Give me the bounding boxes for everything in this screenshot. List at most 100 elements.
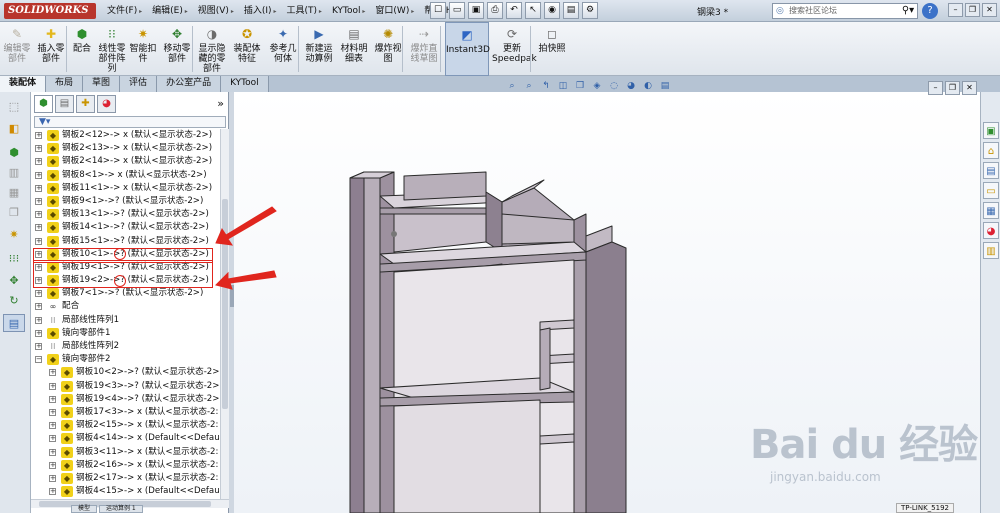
print-icon[interactable]: ⎙ (487, 2, 503, 19)
expand-toggle-icon[interactable]: + (49, 395, 56, 403)
tree-item[interactable]: + ◆ 钢板2<13>-> x (默认<显示状态-2>) (31, 142, 219, 155)
expand-toggle-icon[interactable]: + (35, 184, 42, 192)
menu-item[interactable]: 插入(I) (241, 4, 280, 19)
tree-item[interactable]: + ◆ 钢板17<3>-> x (默认<显示状态-2: (31, 406, 219, 419)
open-folder-icon[interactable]: ▭ (449, 2, 465, 19)
tab-0[interactable]: 装配体 (0, 76, 47, 92)
menu-item[interactable]: 编辑(E) (149, 4, 191, 19)
assembly-view-icon[interactable]: ▤ (3, 314, 25, 332)
command-bom-button[interactable]: ▤ 材料明 细表 (338, 22, 370, 76)
tree-item[interactable]: + ◆ 钢板2<14>-> x (默认<显示状态-2>) (31, 155, 219, 168)
zoom-area-icon[interactable]: ⌕ (522, 80, 536, 92)
tree-item[interactable]: + ◆ 钢板13<1>->? (默认<显示状态-2>) (31, 208, 219, 221)
rotate-tool-icon[interactable]: ↻ (3, 292, 25, 310)
rebuild-icon[interactable]: ▤ (563, 2, 579, 19)
bottom-tab-1[interactable]: 运动算例 1 (99, 505, 143, 513)
apply-scene-icon[interactable]: ◐ (641, 80, 655, 92)
expand-toggle-icon[interactable]: + (49, 448, 56, 456)
save-icon[interactable]: ▣ (468, 2, 484, 19)
view-orientation-icon[interactable]: ❒ (573, 80, 587, 92)
command-smart-fastener-button[interactable]: ✷ 智能扣 件 (128, 22, 158, 76)
menu-item[interactable]: 视图(V) (195, 4, 237, 19)
expand-toggle-icon[interactable]: + (35, 145, 42, 153)
command-explode-line-button[interactable]: ⇢ 爆炸直 线草图 (406, 22, 442, 76)
collapse-panel-icon[interactable]: » (217, 97, 224, 110)
hide-show-icon[interactable]: ◌ (607, 80, 621, 92)
expand-toggle-icon[interactable]: + (49, 382, 56, 390)
expand-toggle-icon[interactable]: + (35, 237, 42, 245)
tree-item[interactable]: + ◆ 钢板4<14>-> x (Default<<Defaul (31, 432, 219, 445)
select-tool-icon[interactable]: ⬚ (3, 98, 25, 116)
tree-item[interactable]: + ◆ 钢板11<1>-> x (默认<显示状态-2>) (31, 182, 219, 195)
expand-toggle-icon[interactable]: + (49, 422, 56, 430)
command-linear-pattern-button[interactable]: ⁝⁝ 线性零 部件阵 列 (96, 22, 128, 76)
viewport-restore-button[interactable]: ❐ (945, 81, 960, 95)
command-edit-component-button[interactable]: ✎ 编辑零 部件 (2, 22, 32, 76)
viewport-minimize-button[interactable]: – (928, 81, 943, 95)
command-show-hidden-button[interactable]: ◑ 显示隐 藏的零 部件 (196, 22, 228, 76)
pattern-tool-icon[interactable]: ⁝⁝⁝ (3, 250, 25, 268)
view-settings-icon[interactable]: ▤ (658, 80, 672, 92)
command-reference-geometry-button[interactable]: ✦ 参考几 何体 (266, 22, 300, 76)
insert-part-icon[interactable]: ◧ (3, 120, 25, 138)
search-button[interactable]: ⚲▾ (897, 3, 919, 19)
tree-item[interactable]: + ◆ 钢板15<1>->? (默认<显示状态-2>) (31, 235, 219, 248)
tree-item[interactable]: + ◆ 钢板2<15>-> x (默认<显示状态-2: (31, 419, 219, 432)
view-palette-icon[interactable]: ▦ (983, 202, 999, 219)
layer-tool-icon[interactable]: ▦ (3, 184, 25, 202)
expand-toggle-icon[interactable]: + (49, 474, 56, 482)
tree-item[interactable]: + ∞ 配合 (31, 300, 219, 313)
expand-toggle-icon[interactable]: + (49, 435, 56, 443)
expand-toggle-icon[interactable]: + (35, 211, 42, 219)
gear-tool-icon[interactable]: ✷ (3, 226, 25, 244)
previous-view-icon[interactable]: ↰ (539, 80, 553, 92)
expand-toggle-icon[interactable]: + (35, 224, 42, 232)
new-document-icon[interactable]: ☐ (430, 2, 446, 19)
restore-button[interactable]: ❐ (965, 3, 980, 17)
display-style-icon[interactable]: ◈ (590, 80, 604, 92)
folder-icon[interactable]: ▭ (983, 182, 999, 199)
command-snapshot-button[interactable]: ◻ 拍快照 (536, 22, 568, 76)
tree-item[interactable]: + ◆ 钢板2<16>-> x (默认<显示状态-2: (31, 459, 219, 472)
command-exploded-view-button[interactable]: ✺ 爆炸视 图 (372, 22, 404, 76)
appearances-icon[interactable]: ◕ (983, 222, 999, 239)
tree-item[interactable]: + ◆ 钢板4<15>-> x (Default<<Defaul (31, 485, 219, 498)
options-gear-icon[interactable]: ⚙ (582, 2, 598, 19)
feature-tree-tab-icon[interactable]: ⬢ (34, 95, 53, 113)
mate-tool-icon[interactable]: ⬢ (3, 144, 25, 162)
tab-2[interactable]: 草图 (83, 76, 121, 92)
command-speedpak-button[interactable]: ⟳ 更新 Speedpak (492, 22, 537, 76)
solidworks-logo[interactable]: SOLIDWORKS (4, 3, 96, 19)
undo-icon[interactable]: ↶ (506, 2, 522, 19)
configuration-tab-icon[interactable]: ✚ (76, 95, 95, 113)
tree-item[interactable]: + ◆ 钢板2<12>-> x (默认<显示状态-2>) (31, 129, 219, 142)
property-manager-tab-icon[interactable]: ▤ (55, 95, 74, 113)
bottom-tab-0[interactable]: 模型 (71, 505, 98, 513)
appearance-tab-icon[interactable]: ◕ (97, 95, 116, 113)
expand-toggle-icon[interactable]: + (49, 408, 56, 416)
tab-3[interactable]: 评估 (120, 76, 158, 92)
expand-toggle-icon[interactable]: − (35, 356, 42, 364)
tree-filter-bar[interactable]: ▼▾ (34, 116, 226, 128)
tree-item[interactable]: + ◆ 钢板19<3>->? (默认<显示状态-2> (31, 380, 219, 393)
expand-toggle-icon[interactable]: + (35, 290, 42, 298)
tree-item[interactable]: + ◆ 钢板8<1>-> x (默认<显示状态-2>) (31, 169, 219, 182)
resources-icon[interactable]: ▣ (983, 122, 999, 139)
custom-properties-icon[interactable]: ▥ (983, 242, 999, 259)
menu-item[interactable]: 工具(T) (283, 4, 324, 19)
tree-item[interactable]: + ◆ 镜向零部件1 (31, 327, 219, 340)
command-mate-button[interactable]: ⬢ 配合 (70, 22, 94, 76)
close-button[interactable]: ✕ (982, 3, 997, 17)
expand-toggle-icon[interactable]: + (35, 171, 42, 179)
edit-appearance-icon[interactable]: ◕ (624, 80, 638, 92)
tree-item[interactable]: + ⁝⁝ 局部线性阵列2 (31, 340, 219, 353)
minimize-button[interactable]: – (948, 3, 963, 17)
tab-4[interactable]: 办公室产品 (157, 76, 222, 92)
expand-toggle-icon[interactable]: + (35, 303, 42, 311)
tree-item[interactable]: + ⁝⁝ 局部线性阵列1 (31, 314, 219, 327)
menu-item[interactable]: 文件(F) (104, 4, 145, 19)
menu-item[interactable]: 窗口(W) (372, 4, 417, 19)
section-view-icon[interactable]: ◫ (556, 80, 570, 92)
tree-item[interactable]: + ◆ 钢板3<11>-> x (默认<显示状态-2: (31, 446, 219, 459)
tree-item[interactable]: + ◆ 钢板2<17>-> x (默认<显示状态-2: (31, 472, 219, 485)
